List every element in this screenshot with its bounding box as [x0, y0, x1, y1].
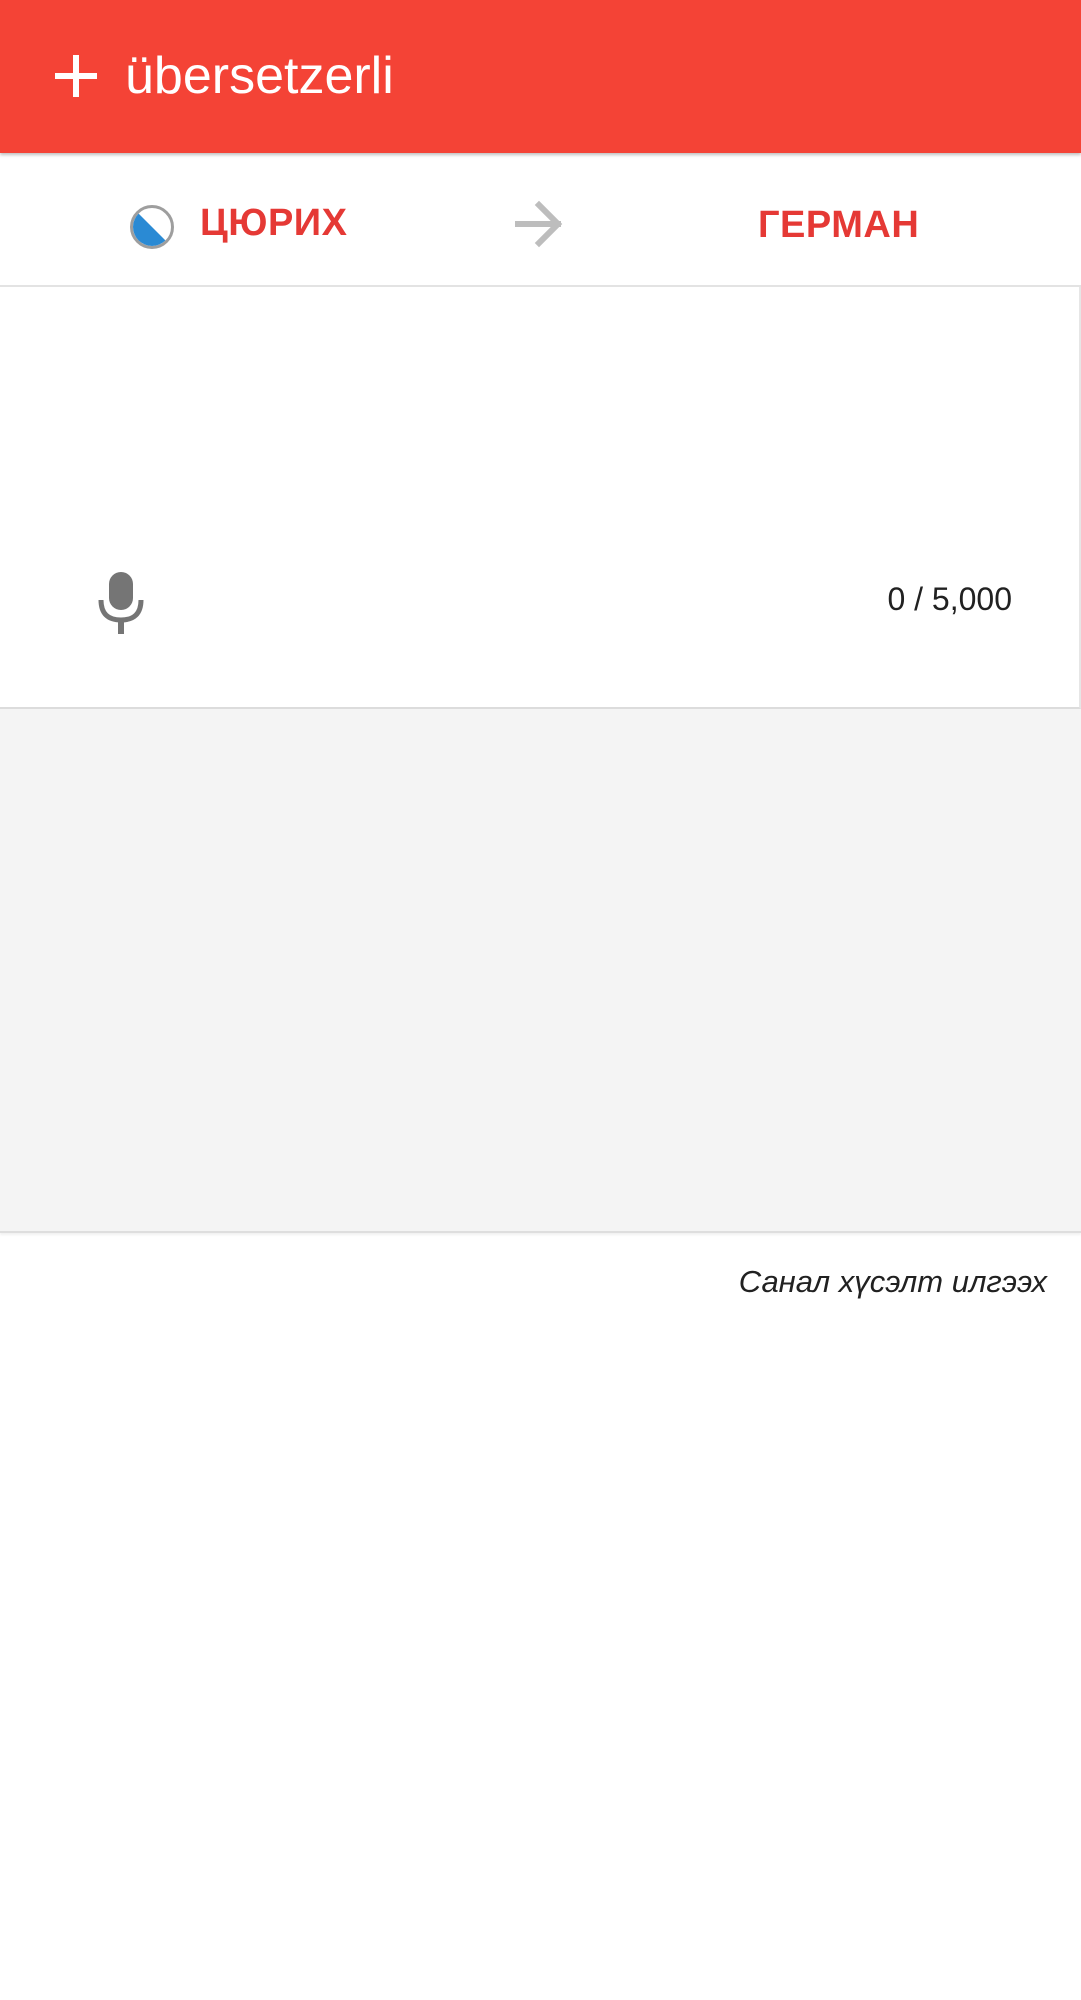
app-bar: übersetzerli	[0, 0, 1081, 153]
app-title: übersetzerli	[125, 47, 394, 105]
send-feedback-link[interactable]: Санал хүсэлт илгээх	[739, 1262, 1047, 1302]
source-language-button[interactable]: ЦЮРИХ	[130, 193, 347, 253]
zurich-flag-icon	[130, 205, 174, 249]
source-input-card: 0 / 5,000	[0, 287, 1081, 709]
character-counter: 0 / 5,000	[887, 581, 1012, 617]
language-bar: ЦЮРИХ ГЕРМАН	[0, 153, 1081, 287]
arrow-right-icon[interactable]	[514, 199, 566, 249]
source-text-input[interactable]	[40, 317, 1040, 547]
target-language-button[interactable]: ГЕРМАН	[758, 195, 919, 255]
translation-output-card	[0, 709, 1081, 1233]
microphone-icon[interactable]	[96, 570, 146, 636]
source-language-label: ЦЮРИХ	[200, 201, 348, 244]
target-language-label: ГЕРМАН	[758, 203, 920, 246]
plus-icon[interactable]	[55, 55, 97, 97]
